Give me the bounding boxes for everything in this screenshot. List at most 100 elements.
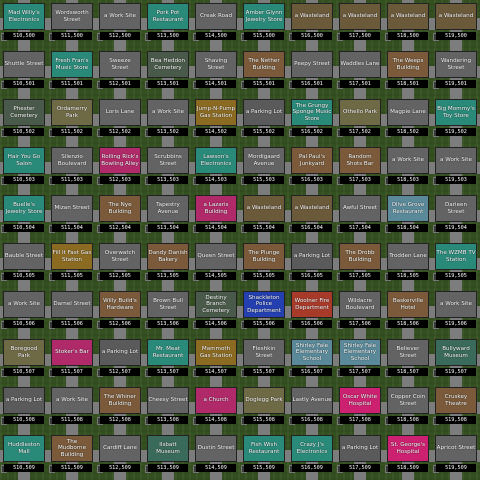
map-tile[interactable]: Brown Bull Street 513,506 xyxy=(144,288,192,336)
map-tile[interactable]: a Work Site 518,503 xyxy=(384,144,432,192)
map-tile[interactable]: Wandering Street 519,501 xyxy=(432,48,480,96)
map-tile[interactable]: Oscar White Hospital 517,508 xyxy=(336,384,384,432)
map-tile[interactable]: Ilsbatt Museum 513,509 xyxy=(144,432,192,480)
map-tile[interactable]: Cheesy Street 513,508 xyxy=(144,384,192,432)
map-tile[interactable]: St. George's Hospital 518,509 xyxy=(384,432,432,480)
map-tile[interactable]: The Plunge Building 515,505 xyxy=(240,240,288,288)
map-tile[interactable]: The Nye Building 512,504 xyxy=(96,192,144,240)
map-tile[interactable]: Cruskey Theatre 519,508 xyxy=(432,384,480,432)
map-tile[interactable]: Pal Paul's Junkyard 516,503 xyxy=(288,144,336,192)
map-tile[interactable]: Sweeze Street 512,501 xyxy=(96,48,144,96)
map-tile[interactable]: Dandy Danish Bakery 513,505 xyxy=(144,240,192,288)
map-tile[interactable]: Mr. Meat Restaurant 513,507 xyxy=(144,336,192,384)
map-tile[interactable]: Random Shots Bar 517,503 xyxy=(336,144,384,192)
map-tile[interactable]: Awful Street 517,504 xyxy=(336,192,384,240)
map-tile[interactable]: a Wasteland 519,500 xyxy=(432,0,480,48)
map-tile[interactable]: Lastly Avenue 516,508 xyxy=(288,384,336,432)
map-tile[interactable]: Amber Glynn Jewelry Store 515,500 xyxy=(240,0,288,48)
map-tile[interactable]: Huddleston Mall 510,509 xyxy=(0,432,48,480)
map-tile[interactable]: a Church 514,508 xyxy=(192,384,240,432)
map-tile[interactable]: a Parking Lot 516,505 xyxy=(288,240,336,288)
map-tile[interactable]: Othello Park 517,502 xyxy=(336,96,384,144)
map-tile[interactable]: Pork Pot Restaurant 513,500 xyxy=(144,0,192,48)
map-tile[interactable]: Fleshkin Street 515,507 xyxy=(240,336,288,384)
map-tile[interactable]: Trodden Lane 518,505 xyxy=(384,240,432,288)
map-tile[interactable]: Shuttle Street 510,501 xyxy=(0,48,48,96)
map-tile[interactable]: Peepy Street 516,501 xyxy=(288,48,336,96)
map-tile[interactable]: Wildacre Boulevard 517,506 xyxy=(336,288,384,336)
map-tile[interactable]: Ordamerry Park 511,502 xyxy=(48,96,96,144)
map-tile[interactable]: Loris Lane 512,502 xyxy=(96,96,144,144)
map-tile[interactable]: Mordigaard Avenue 515,503 xyxy=(240,144,288,192)
map-tile[interactable]: Silenzio Boulevard 511,503 xyxy=(48,144,96,192)
map-tile[interactable]: Bullyward Museum 519,507 xyxy=(432,336,480,384)
map-tile[interactable]: a Work Site 511,508 xyxy=(48,384,96,432)
map-tile[interactable]: Wordsworth Street 511,500 xyxy=(48,0,96,48)
map-tile[interactable]: Fill It Fast Gas Station 511,505 xyxy=(48,240,96,288)
map-tile[interactable]: a Parking Lot 510,508 xyxy=(0,384,48,432)
map-tile[interactable]: Phester Cemetery 510,502 xyxy=(0,96,48,144)
map-tile[interactable]: The Whiner Building 512,508 xyxy=(96,384,144,432)
map-tile[interactable]: a Parking Lot 515,502 xyxy=(240,96,288,144)
map-tile[interactable]: Shirley Fale Elementary School 516,507 xyxy=(288,336,336,384)
map-tile[interactable]: Destiny Branch Cemetery 514,506 xyxy=(192,288,240,336)
map-tile[interactable]: Darleen Street 519,504 xyxy=(432,192,480,240)
map-tile[interactable]: Magpie Lane 518,502 xyxy=(384,96,432,144)
map-tile[interactable]: Olive Grove Restaurant 518,504 xyxy=(384,192,432,240)
map-tile[interactable]: a Work Site 513,502 xyxy=(144,96,192,144)
map-tile[interactable]: Bea Heddon Cemetery 513,501 xyxy=(144,48,192,96)
map-tile[interactable]: Mizan Street 511,504 xyxy=(48,192,96,240)
map-tile[interactable]: The Drobb Building 517,505 xyxy=(336,240,384,288)
map-tile[interactable]: Queen Street 514,505 xyxy=(192,240,240,288)
map-tile[interactable]: Mammoth Gas Station 514,507 xyxy=(192,336,240,384)
map-tile[interactable]: a Work Site 519,503 xyxy=(432,144,480,192)
map-tile[interactable]: Woolner Fire Department 516,506 xyxy=(288,288,336,336)
map-tile[interactable]: Shirley Fale Elementary School 517,507 xyxy=(336,336,384,384)
map-tile[interactable]: a Wasteland 518,500 xyxy=(384,0,432,48)
map-tile[interactable]: a Work Site 519,506 xyxy=(432,288,480,336)
map-tile[interactable]: Scrubbins Street 513,503 xyxy=(144,144,192,192)
map-tile[interactable]: The Grungy Sponge Music Store 516,502 xyxy=(288,96,336,144)
map-tile[interactable]: Bauble Street 510,505 xyxy=(0,240,48,288)
map-tile[interactable]: Boregood Park 510,507 xyxy=(0,336,48,384)
map-tile[interactable]: The Weeps Building 518,501 xyxy=(384,48,432,96)
map-tile[interactable]: Believer Street 518,507 xyxy=(384,336,432,384)
map-tile[interactable]: a Wasteland 517,500 xyxy=(336,0,384,48)
map-tile[interactable]: The WZMB TV Station 519,505 xyxy=(432,240,480,288)
map-tile[interactable]: Doglegg Park 515,508 xyxy=(240,384,288,432)
map-tile[interactable]: Apricot Street 519,509 xyxy=(432,432,480,480)
map-tile[interactable]: Willy Build's Hardware 512,506 xyxy=(96,288,144,336)
map-tile[interactable]: Creak Road 514,500 xyxy=(192,0,240,48)
map-tile[interactable]: Overwatch Street 512,505 xyxy=(96,240,144,288)
map-tile[interactable]: a Work Site 510,506 xyxy=(0,288,48,336)
map-tile[interactable]: Crazy J's Electronics 516,509 xyxy=(288,432,336,480)
map-tile[interactable]: a Work Site 512,500 xyxy=(96,0,144,48)
map-tile[interactable]: Mad Willy's Electronics 510,500 xyxy=(0,0,48,48)
map-tile[interactable]: Tapestry Avenue 513,504 xyxy=(144,192,192,240)
map-tile[interactable]: a Wasteland 516,504 xyxy=(288,192,336,240)
map-tile[interactable]: Jump-N-Pump Gas Station 514,502 xyxy=(192,96,240,144)
map-tile[interactable]: Darnel Street 511,506 xyxy=(48,288,96,336)
map-tile[interactable]: Cardiff Lane 512,509 xyxy=(96,432,144,480)
map-tile[interactable]: The Nether Building 515,501 xyxy=(240,48,288,96)
map-tile[interactable]: Hair You Go Salon 510,503 xyxy=(0,144,48,192)
map-tile[interactable]: a Lazaris Building 514,504 xyxy=(192,192,240,240)
map-tile[interactable]: Lawson's Electronics 514,503 xyxy=(192,144,240,192)
map-tile[interactable]: a Parking Lot 512,507 xyxy=(96,336,144,384)
map-tile[interactable]: Shackleton Police Department 515,506 xyxy=(240,288,288,336)
map-tile[interactable]: The Mudborne Building 511,509 xyxy=(48,432,96,480)
map-tile[interactable]: Waddles Lane 517,501 xyxy=(336,48,384,96)
map-tile[interactable]: Dustin Street 514,509 xyxy=(192,432,240,480)
map-tile[interactable]: a Parking Lot 517,509 xyxy=(336,432,384,480)
map-tile[interactable]: Fish Wish Restaurant 515,509 xyxy=(240,432,288,480)
map-tile[interactable]: a Wasteland 516,500 xyxy=(288,0,336,48)
map-tile[interactable]: Buelle's Jewelry Store 510,504 xyxy=(0,192,48,240)
map-tile[interactable]: a Wasteland 515,504 xyxy=(240,192,288,240)
map-tile[interactable]: Baskerville Hotel 518,506 xyxy=(384,288,432,336)
map-tile[interactable]: Copper Coin Street 518,508 xyxy=(384,384,432,432)
map-tile[interactable]: Rolling Rick's Bowling Alley 512,503 xyxy=(96,144,144,192)
map-tile[interactable]: Stoker's Bar 511,507 xyxy=(48,336,96,384)
map-tile[interactable]: Shaving Street 514,501 xyxy=(192,48,240,96)
map-tile[interactable]: Fresh Fran's Music Store 511,501 xyxy=(48,48,96,96)
map-tile[interactable]: Big Mommy's Toy Store 519,502 xyxy=(432,96,480,144)
